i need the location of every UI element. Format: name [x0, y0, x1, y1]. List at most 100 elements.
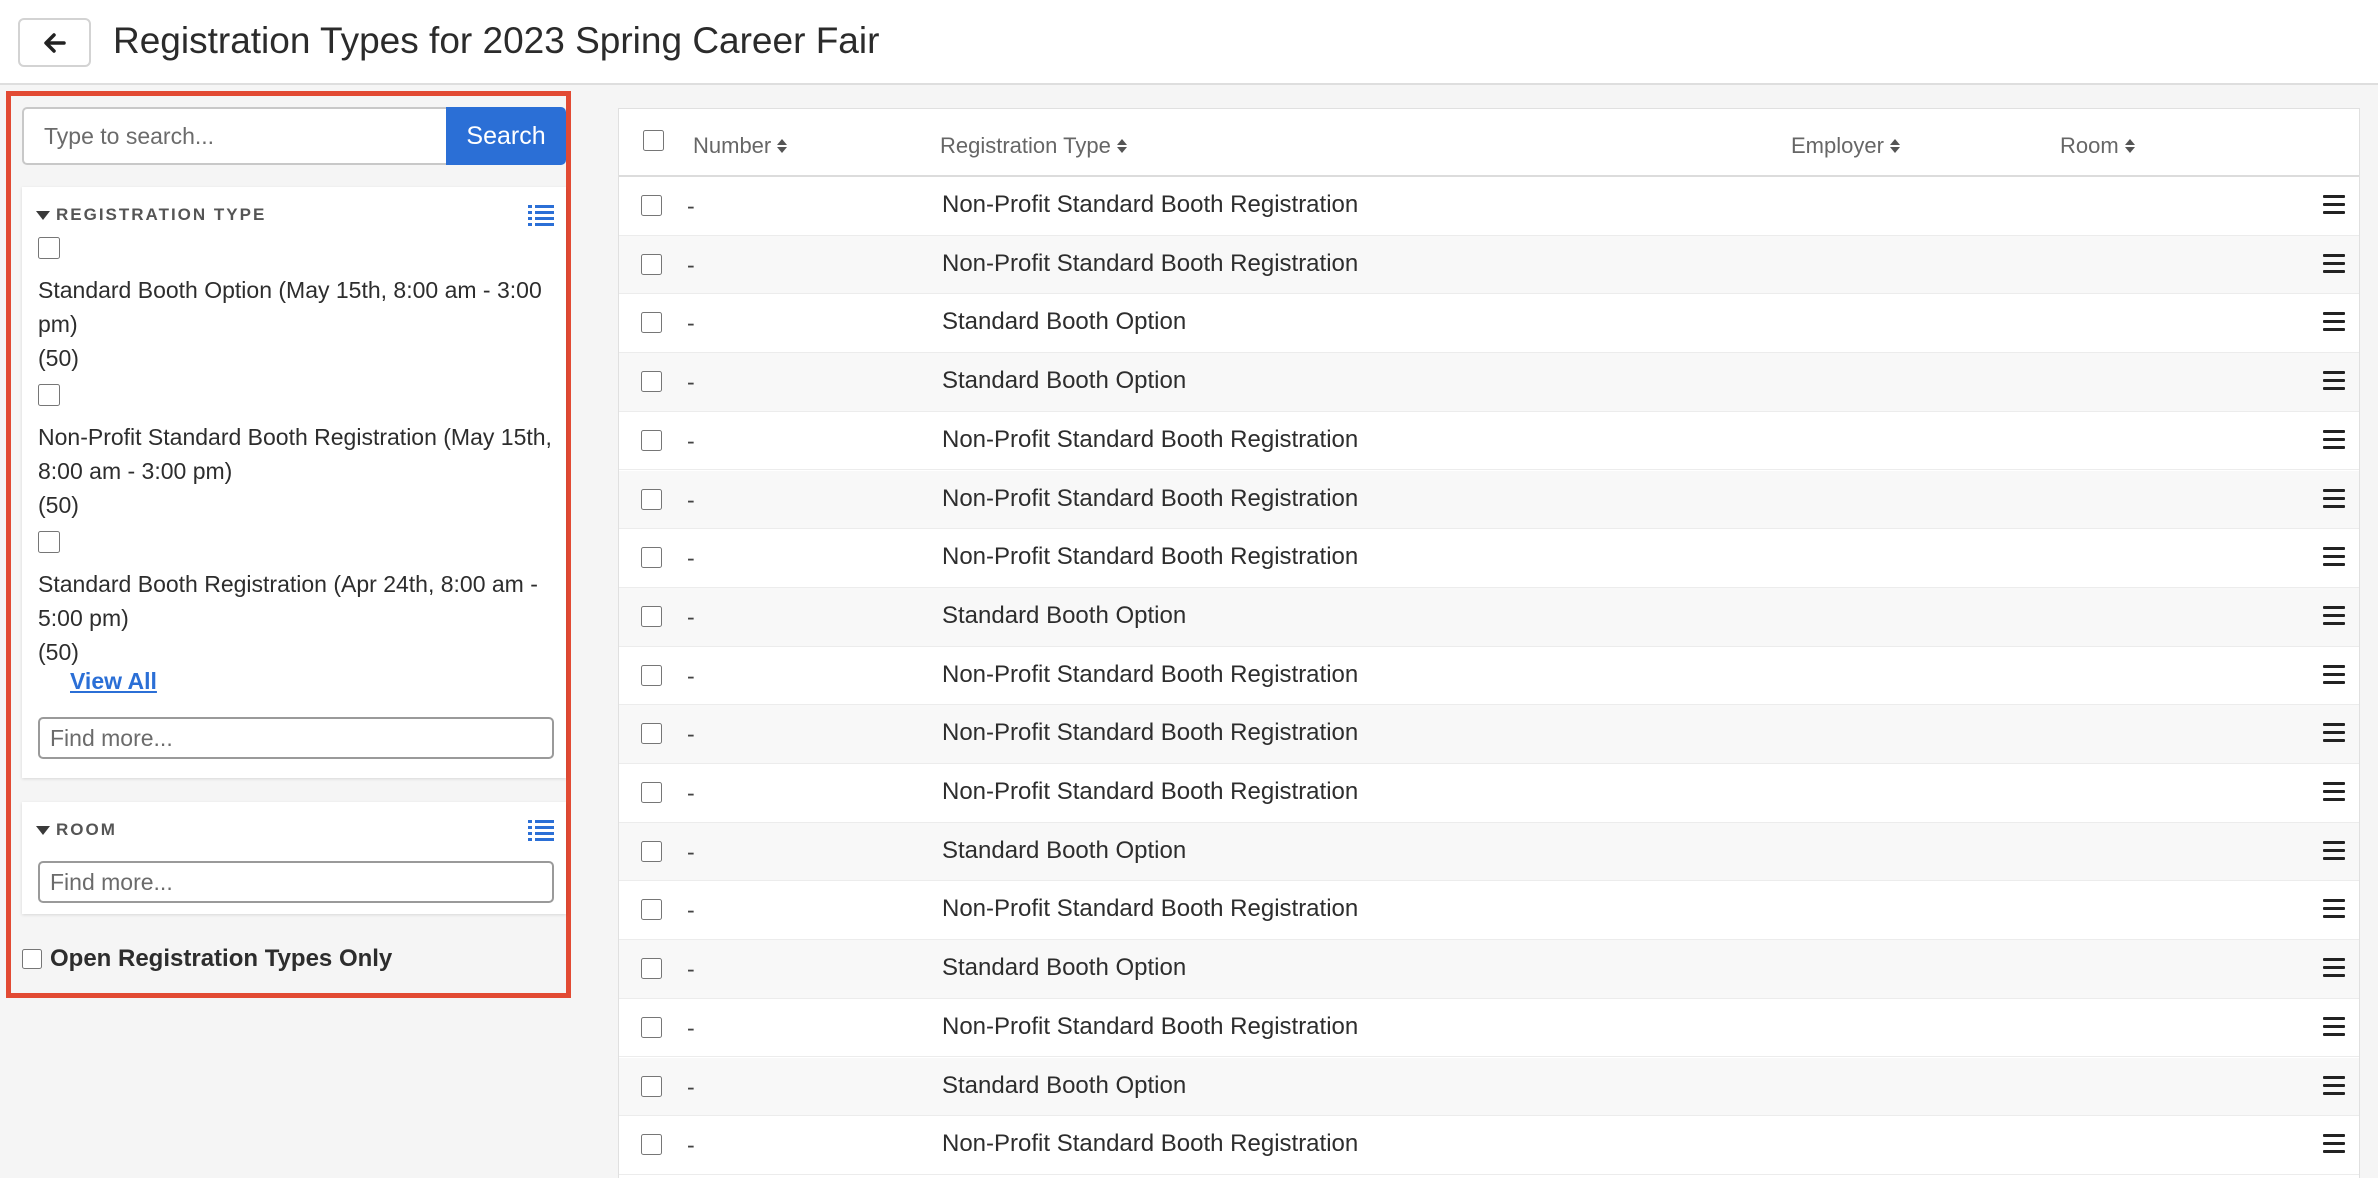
row-checkbox[interactable] — [641, 1016, 662, 1038]
cell-registration-type: Standard Booth Option — [942, 308, 1187, 336]
hamburger-icon[interactable] — [2323, 547, 2345, 567]
table-row[interactable]: - Non-Profit Standard Booth Registration — [619, 881, 2359, 941]
cell-registration-type: Non-Profit Standard Booth Registration — [942, 660, 1359, 688]
facet-option-checkbox[interactable] — [38, 237, 60, 259]
search-button[interactable]: Search — [446, 107, 566, 165]
facet-option-checkbox[interactable] — [38, 384, 60, 406]
table-row[interactable]: - Non-Profit Standard Booth Registration — [619, 999, 2359, 1058]
row-checkbox[interactable] — [641, 1075, 662, 1097]
list-icon[interactable] — [528, 204, 554, 226]
hamburger-icon[interactable] — [2323, 429, 2345, 450]
hamburger-icon[interactable] — [2323, 782, 2345, 802]
room-facet-toggle[interactable]: ROOM — [36, 820, 117, 840]
hamburger-icon[interactable] — [2323, 371, 2345, 391]
hamburger-icon[interactable] — [2323, 605, 2345, 626]
column-header-label: Employer — [1791, 133, 1884, 158]
sort-icon — [1116, 139, 1127, 153]
facet-option: Standard Booth Option (May 15th, 8:00 am… — [38, 237, 558, 375]
cell-registration-type: Non-Profit Standard Booth Registration — [942, 1012, 1359, 1040]
row-checkbox[interactable] — [641, 253, 662, 275]
search-input[interactable] — [22, 107, 446, 165]
table-row[interactable]: - Non-Profit Standard Booth Registration — [619, 1116, 2359, 1175]
hamburger-icon[interactable] — [2323, 723, 2345, 743]
table-row[interactable]: - Standard Booth Option — [619, 1057, 2359, 1117]
table-row[interactable]: - Standard Booth Option — [619, 822, 2359, 882]
facet-option: Standard Booth Registration (Apr 24th, 8… — [38, 531, 558, 669]
table-row[interactable]: - Non-Profit Standard Booth Registration — [619, 470, 2359, 530]
sort-icon — [777, 139, 788, 153]
cell-number: - — [687, 1014, 695, 1041]
cell-registration-type: Non-Profit Standard Booth Registration — [942, 543, 1359, 571]
hamburger-icon[interactable] — [2323, 899, 2345, 919]
filter-sidebar: Search REGISTRATION TYPE Standard Booth … — [6, 91, 571, 998]
cell-registration-type: Standard Booth Option — [942, 836, 1187, 864]
hamburger-icon[interactable] — [2323, 312, 2345, 332]
column-header-room[interactable]: Room — [2060, 133, 2135, 159]
hamburger-icon[interactable] — [2323, 1075, 2345, 1096]
facet-option-count: (50) — [38, 639, 79, 665]
table-row[interactable]: - Standard Booth Option — [619, 294, 2359, 354]
row-checkbox[interactable] — [641, 195, 662, 216]
room-find-input[interactable] — [38, 861, 554, 903]
registration-type-find-input[interactable] — [38, 717, 554, 759]
list-icon[interactable] — [528, 819, 554, 841]
row-checkbox[interactable] — [641, 664, 662, 686]
search-bar: Search — [22, 107, 566, 165]
row-checkbox[interactable] — [641, 429, 662, 451]
table-row[interactable]: - Standard Booth Option — [619, 353, 2359, 412]
table-row[interactable]: - Non-Profit Standard Booth Registration — [619, 177, 2359, 236]
column-header-number[interactable]: Number — [693, 133, 788, 159]
facet-option-label: Standard Booth Option (May 15th, 8:00 am… — [38, 277, 542, 337]
hamburger-icon[interactable] — [2323, 958, 2345, 978]
hamburger-icon[interactable] — [2323, 1134, 2345, 1154]
cell-registration-type: Non-Profit Standard Booth Registration — [942, 895, 1359, 923]
hamburger-icon[interactable] — [2323, 488, 2345, 509]
facet-option-count: (50) — [38, 492, 79, 518]
view-all-link[interactable]: View All — [70, 668, 157, 695]
row-checkbox[interactable] — [641, 840, 662, 862]
select-all-checkbox[interactable] — [643, 130, 664, 151]
row-checkbox[interactable] — [641, 899, 662, 921]
open-only-checkbox[interactable] — [22, 949, 42, 969]
row-checkbox[interactable] — [641, 605, 662, 627]
caret-down-icon — [36, 825, 50, 835]
facet-option-checkbox[interactable] — [38, 531, 60, 553]
table-row[interactable]: - Non-Profit Standard Booth Registration — [619, 235, 2359, 295]
table-row[interactable]: - Standard Booth Option — [619, 587, 2359, 647]
registration-type-facet-toggle[interactable]: REGISTRATION TYPE — [36, 205, 266, 225]
row-checkbox[interactable] — [641, 1134, 662, 1156]
table-row[interactable]: - Non-Profit Standard Booth Registration — [619, 412, 2359, 471]
sort-icon — [2124, 139, 2135, 153]
cell-registration-type: Non-Profit Standard Booth Registration — [942, 484, 1359, 512]
cell-registration-type: Standard Booth Option — [942, 367, 1187, 395]
cell-number: - — [687, 1073, 695, 1100]
cell-registration-type: Non-Profit Standard Booth Registration — [942, 1130, 1359, 1158]
row-checkbox[interactable] — [641, 782, 662, 803]
hamburger-icon[interactable] — [2323, 195, 2345, 215]
row-checkbox[interactable] — [641, 371, 662, 393]
row-checkbox[interactable] — [641, 723, 662, 745]
row-checkbox[interactable] — [641, 547, 662, 569]
cell-number: - — [687, 603, 695, 630]
open-only-toggle[interactable]: Open Registration Types Only — [22, 945, 392, 973]
cell-registration-type: Non-Profit Standard Booth Registration — [942, 778, 1359, 805]
table-row[interactable]: - Non-Profit Standard Booth Registration — [619, 764, 2359, 823]
table-row[interactable]: - Non-Profit Standard Booth Registration — [619, 647, 2359, 706]
hamburger-icon[interactable] — [2323, 664, 2345, 685]
row-checkbox[interactable] — [641, 488, 662, 510]
hamburger-icon[interactable] — [2323, 1016, 2345, 1037]
column-header-registration-type[interactable]: Registration Type — [940, 133, 1127, 159]
hamburger-icon[interactable] — [2323, 840, 2345, 861]
row-checkbox[interactable] — [641, 312, 662, 334]
facet-option-label: Non-Profit Standard Booth Registration (… — [38, 424, 552, 484]
table-row[interactable]: - Non-Profit Standard Booth Registration — [619, 705, 2359, 764]
cell-number: - — [687, 780, 695, 806]
table-row[interactable]: - Non-Profit Standard Booth Registration — [619, 529, 2359, 588]
hamburger-icon[interactable] — [2323, 253, 2345, 274]
cell-number: - — [687, 193, 695, 219]
back-button[interactable] — [18, 18, 91, 67]
row-checkbox[interactable] — [641, 958, 662, 980]
table-header: Number Registration Type Employer Room — [619, 109, 2359, 177]
table-row[interactable]: - Standard Booth Option — [619, 940, 2359, 999]
column-header-employer[interactable]: Employer — [1791, 133, 1900, 159]
